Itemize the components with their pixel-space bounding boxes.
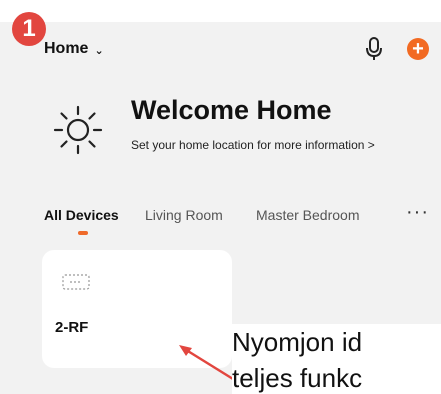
add-circle-icon[interactable]: + bbox=[407, 38, 429, 60]
caption-line: Nyomjon id bbox=[232, 327, 363, 357]
home-selector[interactable]: Home ⌄ bbox=[44, 40, 104, 58]
tabs-fade bbox=[368, 201, 402, 231]
active-tab-indicator bbox=[78, 231, 88, 235]
step-number-badge: 1 bbox=[12, 12, 46, 46]
sun-icon bbox=[53, 105, 103, 155]
annotation-arrow bbox=[179, 345, 234, 381]
rf-remote-icon bbox=[62, 274, 90, 290]
room-tabs: All Devices Living Room Master Bedroom ·… bbox=[0, 201, 441, 247]
caption-line: teljes funkc bbox=[232, 363, 363, 393]
device-name: 2-RF bbox=[55, 319, 89, 336]
home-label: Home bbox=[44, 40, 89, 57]
welcome-title: Welcome Home bbox=[131, 95, 332, 125]
chevron-down-icon: ⌄ bbox=[94, 44, 104, 57]
tab-master-bedroom[interactable]: Master Bedroom bbox=[256, 207, 359, 223]
tab-all-devices[interactable]: All Devices bbox=[44, 207, 119, 223]
tab-living-room[interactable]: Living Room bbox=[145, 207, 223, 223]
annotation-caption: Nyomjon id teljes funkc bbox=[232, 324, 441, 394]
home-location-link[interactable]: Set your home location for more informat… bbox=[131, 138, 375, 152]
microphone-icon[interactable] bbox=[364, 36, 384, 62]
more-icon[interactable]: ··· bbox=[406, 201, 429, 224]
